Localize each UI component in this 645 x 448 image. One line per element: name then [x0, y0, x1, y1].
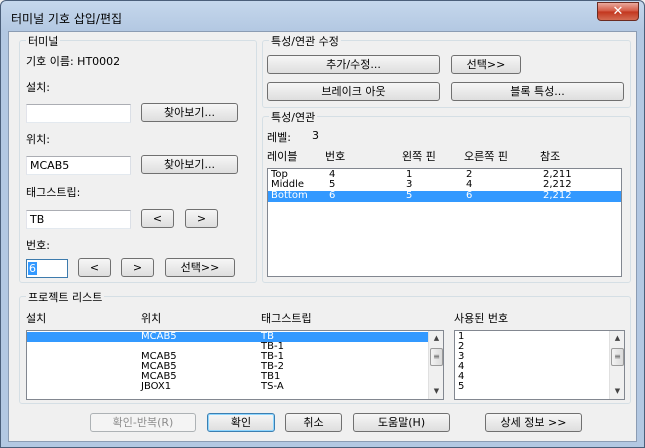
- props-cell-number: 5: [329, 179, 336, 190]
- props-cell-left-pin: 3: [406, 179, 413, 190]
- used-number-item[interactable]: 4: [455, 372, 624, 382]
- number-label: 번호:: [26, 239, 50, 252]
- title-bar[interactable]: 터미널 기호 삽입/편집 ✕: [1, 1, 644, 31]
- props-header-label: 레이블: [267, 150, 298, 163]
- project-cell-tagstrip: TS-A: [261, 381, 284, 392]
- props-header-left-pin: 왼쪽 핀: [402, 150, 436, 163]
- props-cell-label: Bottom: [271, 190, 308, 201]
- scroll-up-icon[interactable]: ▲: [611, 332, 624, 345]
- tagstrip-prev-button[interactable]: <: [141, 209, 174, 228]
- number-field[interactable]: 6: [26, 259, 68, 278]
- project-header-install: 설치: [26, 312, 47, 325]
- project-row[interactable]: TB-1: [27, 342, 443, 352]
- props-header-right-pin: 오른쪽 핀: [464, 150, 508, 163]
- scroll-down-icon[interactable]: ▼: [430, 385, 443, 398]
- tagstrip-label: 태그스트립:: [26, 186, 81, 199]
- props-cell-ref: 2,212: [543, 190, 572, 201]
- symbol-name: 기호 이름: HT0002: [26, 55, 121, 68]
- props-cell-number: 6: [329, 190, 336, 201]
- project-row[interactable]: MCAB5 TB1: [27, 372, 443, 382]
- props-edit-group-label: 특성/연관 수정: [269, 33, 341, 49]
- help-button[interactable]: 도움말(H): [353, 413, 450, 432]
- props-row[interactable]: Middle 5 3 4 2,212: [268, 180, 621, 190]
- location-label: 위치:: [26, 133, 50, 146]
- project-list-scrollbar[interactable]: ▲ ≡ ▼: [428, 331, 443, 399]
- breakout-button[interactable]: 브레이크 아웃: [267, 82, 440, 101]
- tagstrip-next-button[interactable]: >: [185, 209, 218, 228]
- props-edit-group: 특성/연관 수정 추가/수정... 선택>> 브레이크 아웃 블록 특성...: [262, 33, 631, 108]
- dialog-window: 터미널 기호 삽입/편집 ✕ 터미널 기호 이름: HT0002 설치: 찾아보…: [0, 0, 645, 448]
- props-header-ref: 참조: [540, 150, 561, 163]
- number-value: 6: [28, 262, 37, 275]
- used-number-item[interactable]: 4: [455, 362, 624, 372]
- props-list[interactable]: Top 4 1 2 2,211 Middle 5 3 4 2,212 Botto…: [267, 168, 622, 277]
- used-numbers-scrollbar[interactable]: ▲ ≡ ▼: [609, 331, 624, 399]
- number-next-button[interactable]: >: [121, 258, 154, 277]
- project-row[interactable]: JBOX1 TS-A: [27, 382, 443, 392]
- props-cell-left-pin: 5: [406, 190, 413, 201]
- install-label: 설치:: [26, 81, 50, 94]
- props-row-selected[interactable]: Bottom 6 5 6 2,212: [268, 191, 621, 202]
- window-title: 터미널 기호 삽입/편집: [11, 12, 123, 26]
- props-cell-ref: 2,212: [543, 179, 572, 190]
- props-cell-right-pin: 4: [466, 179, 473, 190]
- level-label: 레벨:: [267, 131, 291, 144]
- install-field[interactable]: [26, 104, 131, 123]
- used-numbers-list[interactable]: 1 2 3 4 4 5 ▲ ≡ ▼: [454, 330, 625, 400]
- level-value: 3: [312, 129, 319, 142]
- props-cell-label: Middle: [271, 179, 305, 190]
- project-list[interactable]: MCAB5 TB TB-1 MCAB5 TB-1 MCAB5 TB-2 MCAB…: [26, 330, 444, 400]
- project-cell-location: MCAB5: [141, 331, 177, 342]
- location-field[interactable]: MCAB5: [26, 156, 131, 175]
- props-cell-right-pin: 6: [466, 190, 473, 201]
- browse-location-button[interactable]: 찾아보기...: [141, 155, 238, 174]
- block-props-button[interactable]: 블록 특성...: [451, 82, 624, 101]
- project-cell-location: JBOX1: [141, 381, 172, 392]
- project-header-tagstrip: 태그스트립: [261, 312, 312, 325]
- project-row[interactable]: MCAB5 TB-2: [27, 362, 443, 372]
- close-button[interactable]: ✕: [597, 2, 639, 21]
- scroll-up-icon[interactable]: ▲: [430, 332, 443, 345]
- scroll-thumb[interactable]: ≡: [611, 348, 624, 366]
- used-number-item[interactable]: 3: [455, 352, 624, 362]
- used-number-value: 5: [458, 381, 465, 392]
- used-numbers-header: 사용된 번호: [454, 312, 509, 325]
- terminal-group: 터미널 기호 이름: HT0002 설치: 찾아보기... 위치: MCAB5 …: [19, 33, 257, 283]
- dialog-client: 터미널 기호 이름: HT0002 설치: 찾아보기... 위치: MCAB5 …: [8, 31, 637, 442]
- used-number-item[interactable]: 5: [455, 382, 624, 392]
- ok-repeat-button[interactable]: 확인-반복(R): [90, 413, 196, 432]
- close-icon: ✕: [612, 4, 624, 19]
- used-number-item[interactable]: 2: [455, 342, 624, 352]
- used-number-item[interactable]: 1: [455, 332, 624, 342]
- project-row[interactable]: MCAB5 TB-1: [27, 352, 443, 362]
- tagstrip-field[interactable]: TB: [26, 210, 131, 229]
- project-header-location: 위치: [141, 312, 162, 325]
- cancel-button[interactable]: 취소: [285, 413, 342, 432]
- project-row-selected[interactable]: MCAB5 TB: [27, 332, 443, 342]
- details-button[interactable]: 상세 정보 >>: [485, 413, 582, 432]
- terminal-group-label: 터미널: [26, 33, 61, 49]
- number-select-button[interactable]: 선택>>: [165, 258, 235, 277]
- project-list-group: 프로젝트 리스트 설치 위치 태그스트립 사용된 번호 MCAB5 TB TB-…: [19, 289, 631, 404]
- props-header-number: 번호: [325, 150, 346, 163]
- scroll-down-icon[interactable]: ▼: [611, 385, 624, 398]
- props-select-button[interactable]: 선택>>: [451, 55, 521, 74]
- project-list-group-label: 프로젝트 리스트: [26, 289, 105, 305]
- number-prev-button[interactable]: <: [78, 258, 111, 277]
- scroll-thumb[interactable]: ≡: [430, 348, 443, 366]
- ok-button[interactable]: 확인: [207, 413, 275, 432]
- add-edit-button[interactable]: 추가/수정...: [267, 55, 440, 74]
- browse-install-button[interactable]: 찾아보기...: [141, 103, 238, 122]
- props-group: 특성/연관 레벨: 3 레이블 번호 왼쪽 핀 오른쪽 핀 참조 Top 4 1…: [262, 109, 631, 283]
- props-group-label: 특성/연관: [269, 109, 318, 125]
